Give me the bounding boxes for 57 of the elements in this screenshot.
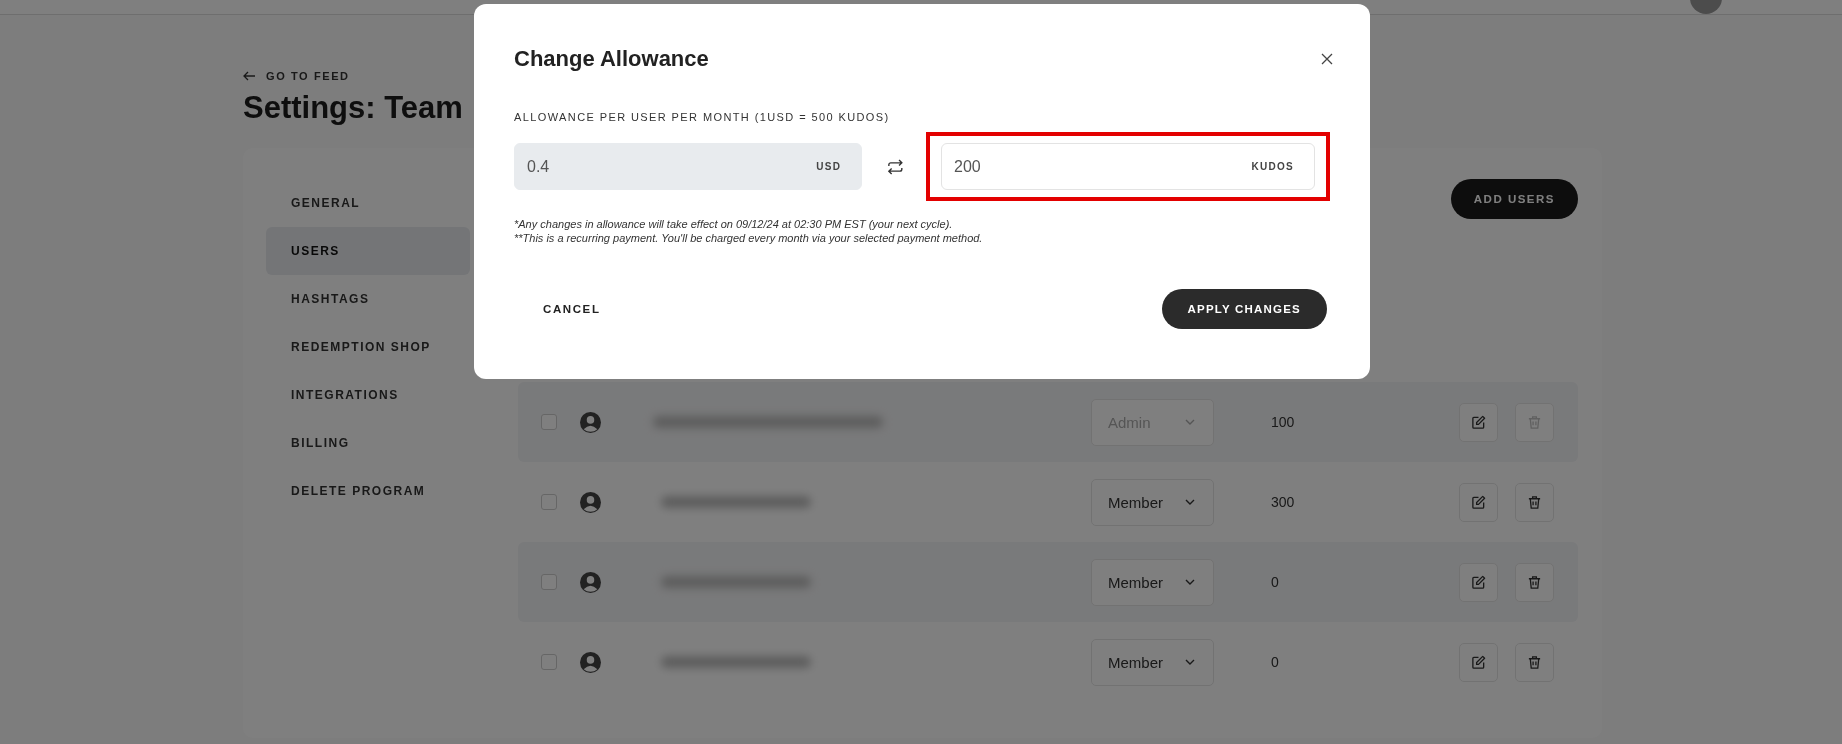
edit-button[interactable] xyxy=(1459,562,1498,602)
row-checkbox[interactable] xyxy=(541,414,557,430)
role-dropdown[interactable]: Member xyxy=(1091,558,1214,606)
edit-button[interactable] xyxy=(1459,642,1498,682)
unit-label: KUDOS xyxy=(1251,161,1294,172)
kudos-amount: 300 xyxy=(1271,494,1295,510)
chevron-down-icon xyxy=(1185,419,1195,425)
close-icon[interactable] xyxy=(1320,52,1334,66)
sidebar-item[interactable]: REDEMPTION SHOP xyxy=(266,323,470,371)
role-dropdown[interactable]: Member xyxy=(1091,638,1214,686)
row-checkbox[interactable] xyxy=(541,654,557,670)
chevron-down-icon xyxy=(1185,579,1195,585)
chevron-down-icon xyxy=(1185,499,1195,505)
add-users-button[interactable]: ADD USERS xyxy=(1450,179,1578,219)
avatar-icon xyxy=(580,651,601,673)
edit-button[interactable] xyxy=(1459,482,1498,522)
kudos-amount: 0 xyxy=(1271,574,1279,590)
pencil-square-icon xyxy=(1471,494,1486,510)
delete-button[interactable] xyxy=(1515,482,1554,522)
modal-title: Change Allowance xyxy=(514,46,709,72)
field-value: 0.4 xyxy=(527,157,550,176)
sidebar-item[interactable]: GENERAL xyxy=(266,179,470,227)
sidebar-item[interactable]: USERS xyxy=(266,227,470,275)
kudos-field[interactable]: 200 KUDOS xyxy=(941,143,1315,190)
unit-label: USD xyxy=(816,161,842,172)
note-text: *Any changes in allowance will take effect on 09/12/24 at 02:30 PM EST (your next cycle). xyxy=(514,218,954,230)
swap-icon[interactable] xyxy=(887,157,904,176)
cancel-button[interactable]: CANCEL xyxy=(514,293,630,325)
sidebar-item[interactable]: HASHTAGS xyxy=(266,275,470,323)
sidebar-item[interactable]: INTEGRATIONS xyxy=(266,371,470,419)
role-dropdown[interactable]: Member xyxy=(1091,478,1214,526)
avatar-icon xyxy=(580,571,601,593)
sidebar-item[interactable]: DELETE PROGRAM xyxy=(266,467,470,515)
trash-icon xyxy=(1527,654,1542,670)
edit-button[interactable] xyxy=(1459,402,1498,442)
sidebar-item[interactable]: BILLING xyxy=(266,419,470,467)
avatar-icon xyxy=(580,411,601,433)
chevron-down-icon xyxy=(1185,659,1195,665)
field-value: 200 xyxy=(954,157,981,176)
page-title: Settings: Team xyxy=(243,90,463,126)
delete-button[interactable] xyxy=(1515,642,1554,682)
avatar-icon xyxy=(580,491,601,513)
pencil-square-icon xyxy=(1471,414,1486,430)
apply-changes-button[interactable]: APPLY CHANGES xyxy=(1161,289,1327,329)
pencil-square-icon xyxy=(1471,574,1486,590)
back-link[interactable]: GO TO FEED xyxy=(243,70,1842,82)
arrow-left-icon xyxy=(243,71,256,81)
kudos-amount: 0 xyxy=(1271,654,1279,670)
row-checkbox[interactable] xyxy=(541,574,557,590)
row-checkbox[interactable] xyxy=(541,494,557,510)
field-label: ALLOWANCE PER USER PER MONTH (1USD = 500 KUDOS) xyxy=(514,111,891,123)
delete-button[interactable] xyxy=(1515,562,1554,602)
trash-icon xyxy=(1527,494,1542,510)
trash-icon xyxy=(1527,574,1542,590)
kudos-amount: 100 xyxy=(1271,414,1295,430)
pencil-square-icon xyxy=(1471,654,1486,670)
note-text: **This is a recurring payment. You'll be charged every month via your selected payment method. xyxy=(514,232,984,244)
